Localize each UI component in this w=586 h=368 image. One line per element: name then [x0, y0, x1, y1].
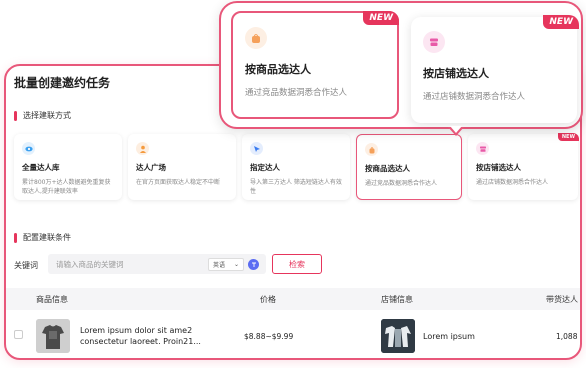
method-card-product[interactable]: 按商品选达人 通过竞品数据洞悉合作达人 — [356, 134, 462, 200]
product-price: $8.88~$9.99 — [244, 332, 294, 341]
method-card-specified[interactable]: 指定达人 导入第三方达人 筛选短链达人有效性 — [242, 134, 350, 200]
method-desc: 累计800万+达人数据避免重复获取达人,提升建联效率 — [22, 179, 111, 195]
section-conditions-header: 配置建联条件 — [14, 232, 71, 243]
eye-icon — [22, 142, 35, 155]
section-marker — [14, 110, 17, 121]
store-icon — [476, 142, 489, 155]
method-title: 全量达人库 — [22, 163, 60, 172]
column-header-product: 商品信息 — [36, 295, 68, 304]
zoom-card-title: 按商品选达人 — [245, 63, 311, 76]
keyword-label: 关键词 — [14, 261, 38, 270]
new-badge: NEW — [543, 15, 579, 29]
product-name: Lorem ipsum dolor sit ame2 consectetur l… — [80, 326, 201, 346]
method-desc: 在官方页面获取达人稳定不中断 — [136, 179, 221, 186]
language-select-value: 英语 — [213, 262, 226, 269]
search-button[interactable]: 检索 — [272, 254, 322, 274]
page-title: 批量创建邀约任务 — [14, 76, 111, 90]
zoom-card-product[interactable]: NEW 按商品选达人 通过竞品数据洞悉合作达人 — [231, 11, 399, 119]
method-card-store[interactable]: NEW 按店铺选达人 通过店铺数据洞悉合作达人 — [468, 133, 579, 200]
column-header-creators: 带货达人 — [546, 295, 578, 304]
zoom-callout: NEW 按商品选达人 通过竞品数据洞悉合作达人 NEW 按店铺选达人 通过店铺数… — [219, 1, 583, 129]
chevron-down-icon: ⌄ — [233, 261, 239, 268]
store-icon — [423, 31, 445, 53]
translate-icon[interactable] — [248, 259, 259, 270]
bag-icon — [245, 27, 267, 49]
zoom-card-desc: 通过竞品数据洞悉合作达人 — [245, 88, 348, 98]
zoom-card-desc: 通过店铺数据洞悉合作达人 — [423, 92, 526, 102]
method-desc: 导入第三方达人 筛选短链达人有效性 — [250, 179, 342, 195]
person-icon — [136, 142, 149, 155]
bag-icon — [365, 143, 378, 156]
section-method-header: 选择建联方式 — [14, 110, 71, 121]
language-select[interactable]: 英语 ⌄ — [208, 258, 244, 271]
zoom-card-title: 按店铺选达人 — [423, 67, 489, 80]
method-title: 按店铺选达人 — [476, 163, 521, 172]
table-row[interactable]: Lorem ipsum dolor sit ame2 consectetur l… — [6, 312, 580, 358]
method-card-square[interactable]: 达人广场 在官方页面获取达人稳定不中断 — [128, 134, 236, 200]
method-desc: 通过竞品数据洞悉合作达人 — [365, 180, 438, 187]
section-marker — [14, 232, 17, 243]
creator-count: 1,088 — [556, 332, 578, 341]
method-title: 指定达人 — [250, 163, 280, 172]
product-image — [36, 319, 70, 353]
new-badge: NEW — [557, 133, 579, 141]
column-header-shop: 店铺信息 — [381, 295, 413, 304]
column-header-price: 价格 — [260, 295, 276, 304]
method-title: 按商品选达人 — [365, 164, 410, 173]
method-title: 达人广场 — [136, 163, 166, 172]
table-header: 商品信息 价格 店铺信息 带货达人 — [6, 288, 580, 310]
row-checkbox[interactable] — [14, 330, 23, 339]
pin-icon — [250, 142, 263, 155]
method-card-all[interactable]: 全量达人库 累计800万+达人数据避免重复获取达人,提升建联效率 — [14, 134, 122, 200]
shop-name: Lorem ipsum — [423, 332, 475, 341]
section-conditions-label: 配置建联条件 — [23, 233, 71, 242]
shop-image — [381, 319, 415, 353]
new-badge: NEW — [363, 11, 399, 25]
callout-pointer-fill — [450, 126, 462, 133]
zoom-card-store[interactable]: NEW 按店铺选达人 通过店铺数据洞悉合作达人 — [411, 15, 579, 123]
section-method-label: 选择建联方式 — [23, 111, 71, 120]
method-desc: 通过店铺数据洞悉合作达人 — [476, 179, 549, 186]
